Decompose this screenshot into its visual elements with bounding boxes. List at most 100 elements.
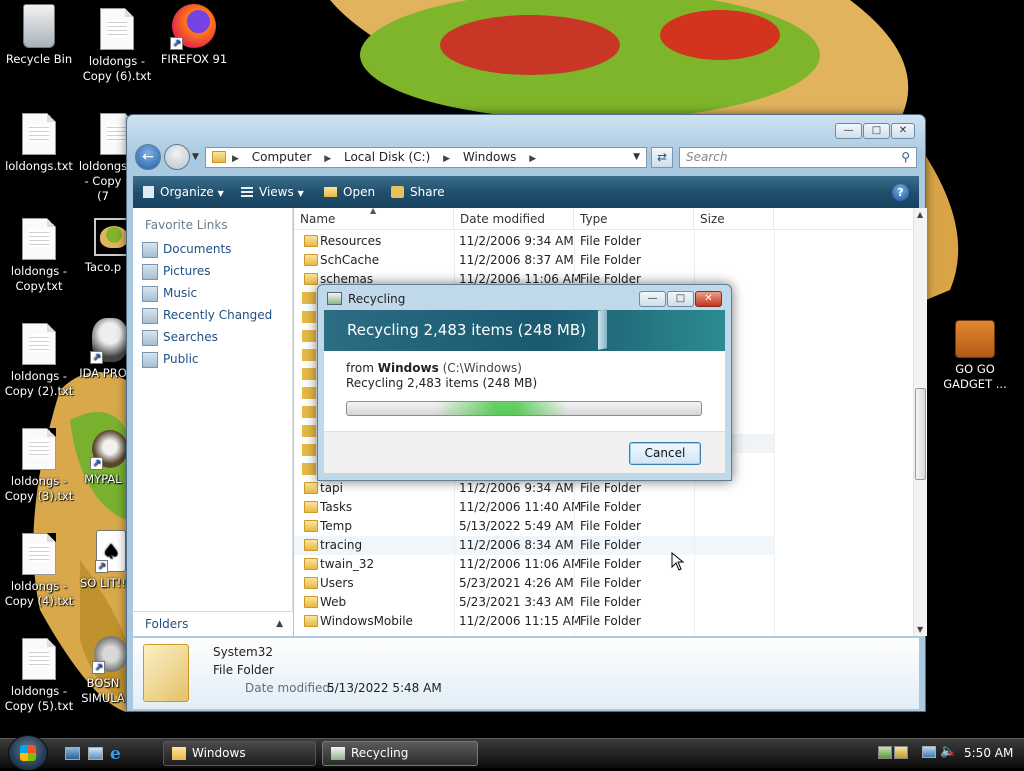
- scroll-thumb[interactable]: [915, 388, 926, 480]
- desktop-icon-label: Taco.p: [84, 260, 122, 274]
- breadcrumb-computer[interactable]: Computer: [252, 150, 312, 164]
- nav-item-documents[interactable]: Documents: [141, 239, 231, 259]
- file-row[interactable]: SchCache 11/2/2006 8:37 AM File Folder: [294, 251, 774, 270]
- file-row-hovered[interactable]: tracing 11/2/2006 8:34 AM File Folder: [294, 536, 774, 555]
- column-header-date[interactable]: Date modified: [454, 208, 574, 230]
- forward-button[interactable]: [164, 144, 190, 170]
- address-dropdown-icon[interactable]: ▼: [633, 148, 640, 167]
- desktop-icon-loldongs-copy-4[interactable]: loldongs - Copy (4).txt: [0, 533, 78, 609]
- desktop-icon-label: SO LIT!!: [79, 576, 127, 590]
- desktop-icon-loldongs-copy-6[interactable]: loldongs - Copy (6).txt: [78, 8, 156, 84]
- dialog-maximize-button[interactable]: □: [667, 291, 694, 307]
- organize-button[interactable]: Organize ▼: [143, 185, 224, 199]
- desktop-icon-firefox-91[interactable]: ↗ FIREFOX 91: [155, 4, 233, 67]
- dialog-close-button[interactable]: ✕: [695, 291, 722, 307]
- breadcrumb-windows[interactable]: Windows: [463, 150, 517, 164]
- nav-item-public[interactable]: Public: [141, 349, 199, 369]
- column-header-size[interactable]: Size: [694, 208, 774, 230]
- dialog-minimize-button[interactable]: —: [639, 291, 666, 307]
- desktop-icon-loldongs-copy-5[interactable]: loldongs - Copy (5).txt: [0, 638, 78, 714]
- file-row[interactable]: Resources 11/2/2006 9:34 AM File Folder: [294, 232, 774, 251]
- dialog-footer: Cancel: [324, 431, 725, 473]
- file-row[interactable]: Web 5/23/2021 3:43 AM File Folder: [294, 593, 774, 612]
- dialog-banner: Recycling 2,483 items (248 MB): [324, 309, 725, 351]
- desktop-icon-loldongs-copy-2[interactable]: loldongs - Copy (2).txt: [0, 323, 78, 399]
- desktop-icon-label: BOSN SIMULA: [81, 676, 125, 705]
- desktop-icon-taco[interactable]: Taco.p: [78, 218, 128, 275]
- file-type: File Folder: [580, 253, 641, 267]
- text-file-icon: [22, 218, 56, 260]
- open-button[interactable]: Open: [324, 185, 375, 199]
- nav-item-music[interactable]: Music: [141, 283, 197, 303]
- file-name: twain_32: [320, 557, 375, 571]
- desktop-icon-mypal[interactable]: ↗ MYPAL: [78, 430, 128, 487]
- close-button[interactable]: ✕: [891, 123, 915, 139]
- desktop-icon-recycle-bin[interactable]: Recycle Bin: [0, 4, 78, 67]
- connection-icon[interactable]: [894, 746, 908, 759]
- file-row[interactable]: WindowsMobile 11/2/2006 11:15 AM File Fold…: [294, 612, 774, 631]
- taskbar-button-windows[interactable]: Windows: [163, 741, 316, 766]
- column-header-type[interactable]: Type: [574, 208, 694, 230]
- scroll-up-icon[interactable]: ▲: [917, 210, 923, 219]
- text-file-icon: [100, 8, 134, 50]
- dialog-title: Recycling: [348, 292, 406, 306]
- refresh-button[interactable]: ⇄: [651, 147, 673, 168]
- start-button[interactable]: [8, 735, 48, 771]
- from-folder-path: (C:\Windows): [442, 361, 522, 375]
- minimize-button[interactable]: —: [835, 123, 862, 139]
- status-line: Recycling 2,483 items (248 MB): [346, 376, 538, 390]
- recent-pages-dropdown-icon[interactable]: ▼: [192, 152, 199, 162]
- scroll-down-icon[interactable]: ▼: [917, 625, 923, 634]
- desktop-icon-loldongs-copy[interactable]: loldongs - Copy.txt: [0, 218, 78, 294]
- switch-windows-icon[interactable]: [88, 747, 103, 760]
- desktop-icon-go-go-gadget[interactable]: GO GO GADGET ...: [934, 318, 1016, 392]
- nav-item-pictures[interactable]: Pictures: [141, 261, 211, 281]
- show-desktop-icon[interactable]: [65, 747, 80, 760]
- internet-explorer-icon[interactable]: e: [110, 744, 121, 764]
- source-line: from Windows (C:\Windows): [346, 361, 522, 375]
- column-header-name[interactable]: Name ▲: [294, 208, 454, 230]
- file-name: SchCache: [320, 253, 380, 267]
- banner-page-icon: [598, 309, 607, 350]
- file-row[interactable]: tapi 11/2/2006 9:34 AM File Folder: [294, 479, 774, 498]
- desktop-icon-bosn-simulator[interactable]: ↗ BOSN SIMULA: [78, 636, 128, 706]
- file-row[interactable]: Users 5/23/2021 4:26 AM File Folder: [294, 574, 774, 593]
- file-row[interactable]: twain_32 11/2/2006 11:06 AM File Folder: [294, 555, 774, 574]
- volume-muted-icon[interactable]: 🔈 ✕: [940, 744, 956, 760]
- nav-item-searches[interactable]: Searches: [141, 327, 218, 347]
- text-file-icon: [22, 638, 56, 680]
- share-button[interactable]: Share: [391, 185, 445, 199]
- file-row[interactable]: Tasks 11/2/2006 11:40 AM File Folder: [294, 498, 774, 517]
- views-button[interactable]: Views ▼: [241, 185, 304, 199]
- network-icon[interactable]: [878, 746, 892, 759]
- desktop-icon-loldongs-copy-3[interactable]: loldongs - Copy (3).txt: [0, 428, 78, 504]
- monitor-icon[interactable]: [922, 746, 936, 758]
- nav-item-recently-changed[interactable]: Recently Changed: [141, 305, 272, 325]
- vertical-scrollbar[interactable]: ▲ ▼: [913, 208, 927, 636]
- taskbar-clock[interactable]: 5:50 AM: [964, 746, 1013, 760]
- file-date: 5/23/2021 4:26 AM: [459, 576, 574, 590]
- recycling-dialog[interactable]: Recycling — □ ✕ Recycling 2,483 items (2…: [317, 284, 732, 481]
- views-icon: [241, 187, 253, 197]
- folders-toggle[interactable]: Folders ▲: [133, 611, 293, 636]
- taskbar-button-recycling[interactable]: Recycling: [322, 741, 478, 766]
- back-button[interactable]: ←: [135, 144, 161, 170]
- desktop-icon-loldongs[interactable]: loldongs.txt: [0, 113, 78, 174]
- search-input[interactable]: Search ⚲: [679, 147, 917, 168]
- desktop-icon-ida-pro[interactable]: ↗ IDA PRO: [78, 318, 128, 381]
- file-row[interactable]: Temp 5/13/2022 5:49 AM File Folder: [294, 517, 774, 536]
- address-row: ← ▼ ▶ Computer ▶ Local Disk (C:) ▶ Windo…: [135, 144, 917, 172]
- cancel-button[interactable]: Cancel: [629, 442, 701, 465]
- breadcrumb-local-disk[interactable]: Local Disk (C:): [344, 150, 430, 164]
- address-bar[interactable]: ▶ Computer ▶ Local Disk (C:) ▶ Windows ▶…: [205, 147, 647, 168]
- search-icon[interactable]: ⚲: [901, 148, 910, 167]
- shortcut-arrow-icon: ↗: [90, 351, 103, 364]
- desktop-icon-label: GO GO GADGET ...: [943, 362, 1007, 391]
- file-date: 11/2/2006 8:37 AM: [459, 253, 574, 267]
- file-date: 11/2/2006 11:06 AM: [459, 557, 582, 571]
- desktop-icon-label: loldongs - Copy (5).txt: [4, 684, 74, 713]
- desktop-icon-so-lit[interactable]: ♠ ↗ SO LIT!!: [78, 530, 128, 591]
- help-icon[interactable]: ?: [892, 184, 909, 201]
- desktop-icon-loldongs-copy-7[interactable]: loldongs - Copy (7: [78, 113, 128, 204]
- maximize-button[interactable]: □: [863, 123, 890, 139]
